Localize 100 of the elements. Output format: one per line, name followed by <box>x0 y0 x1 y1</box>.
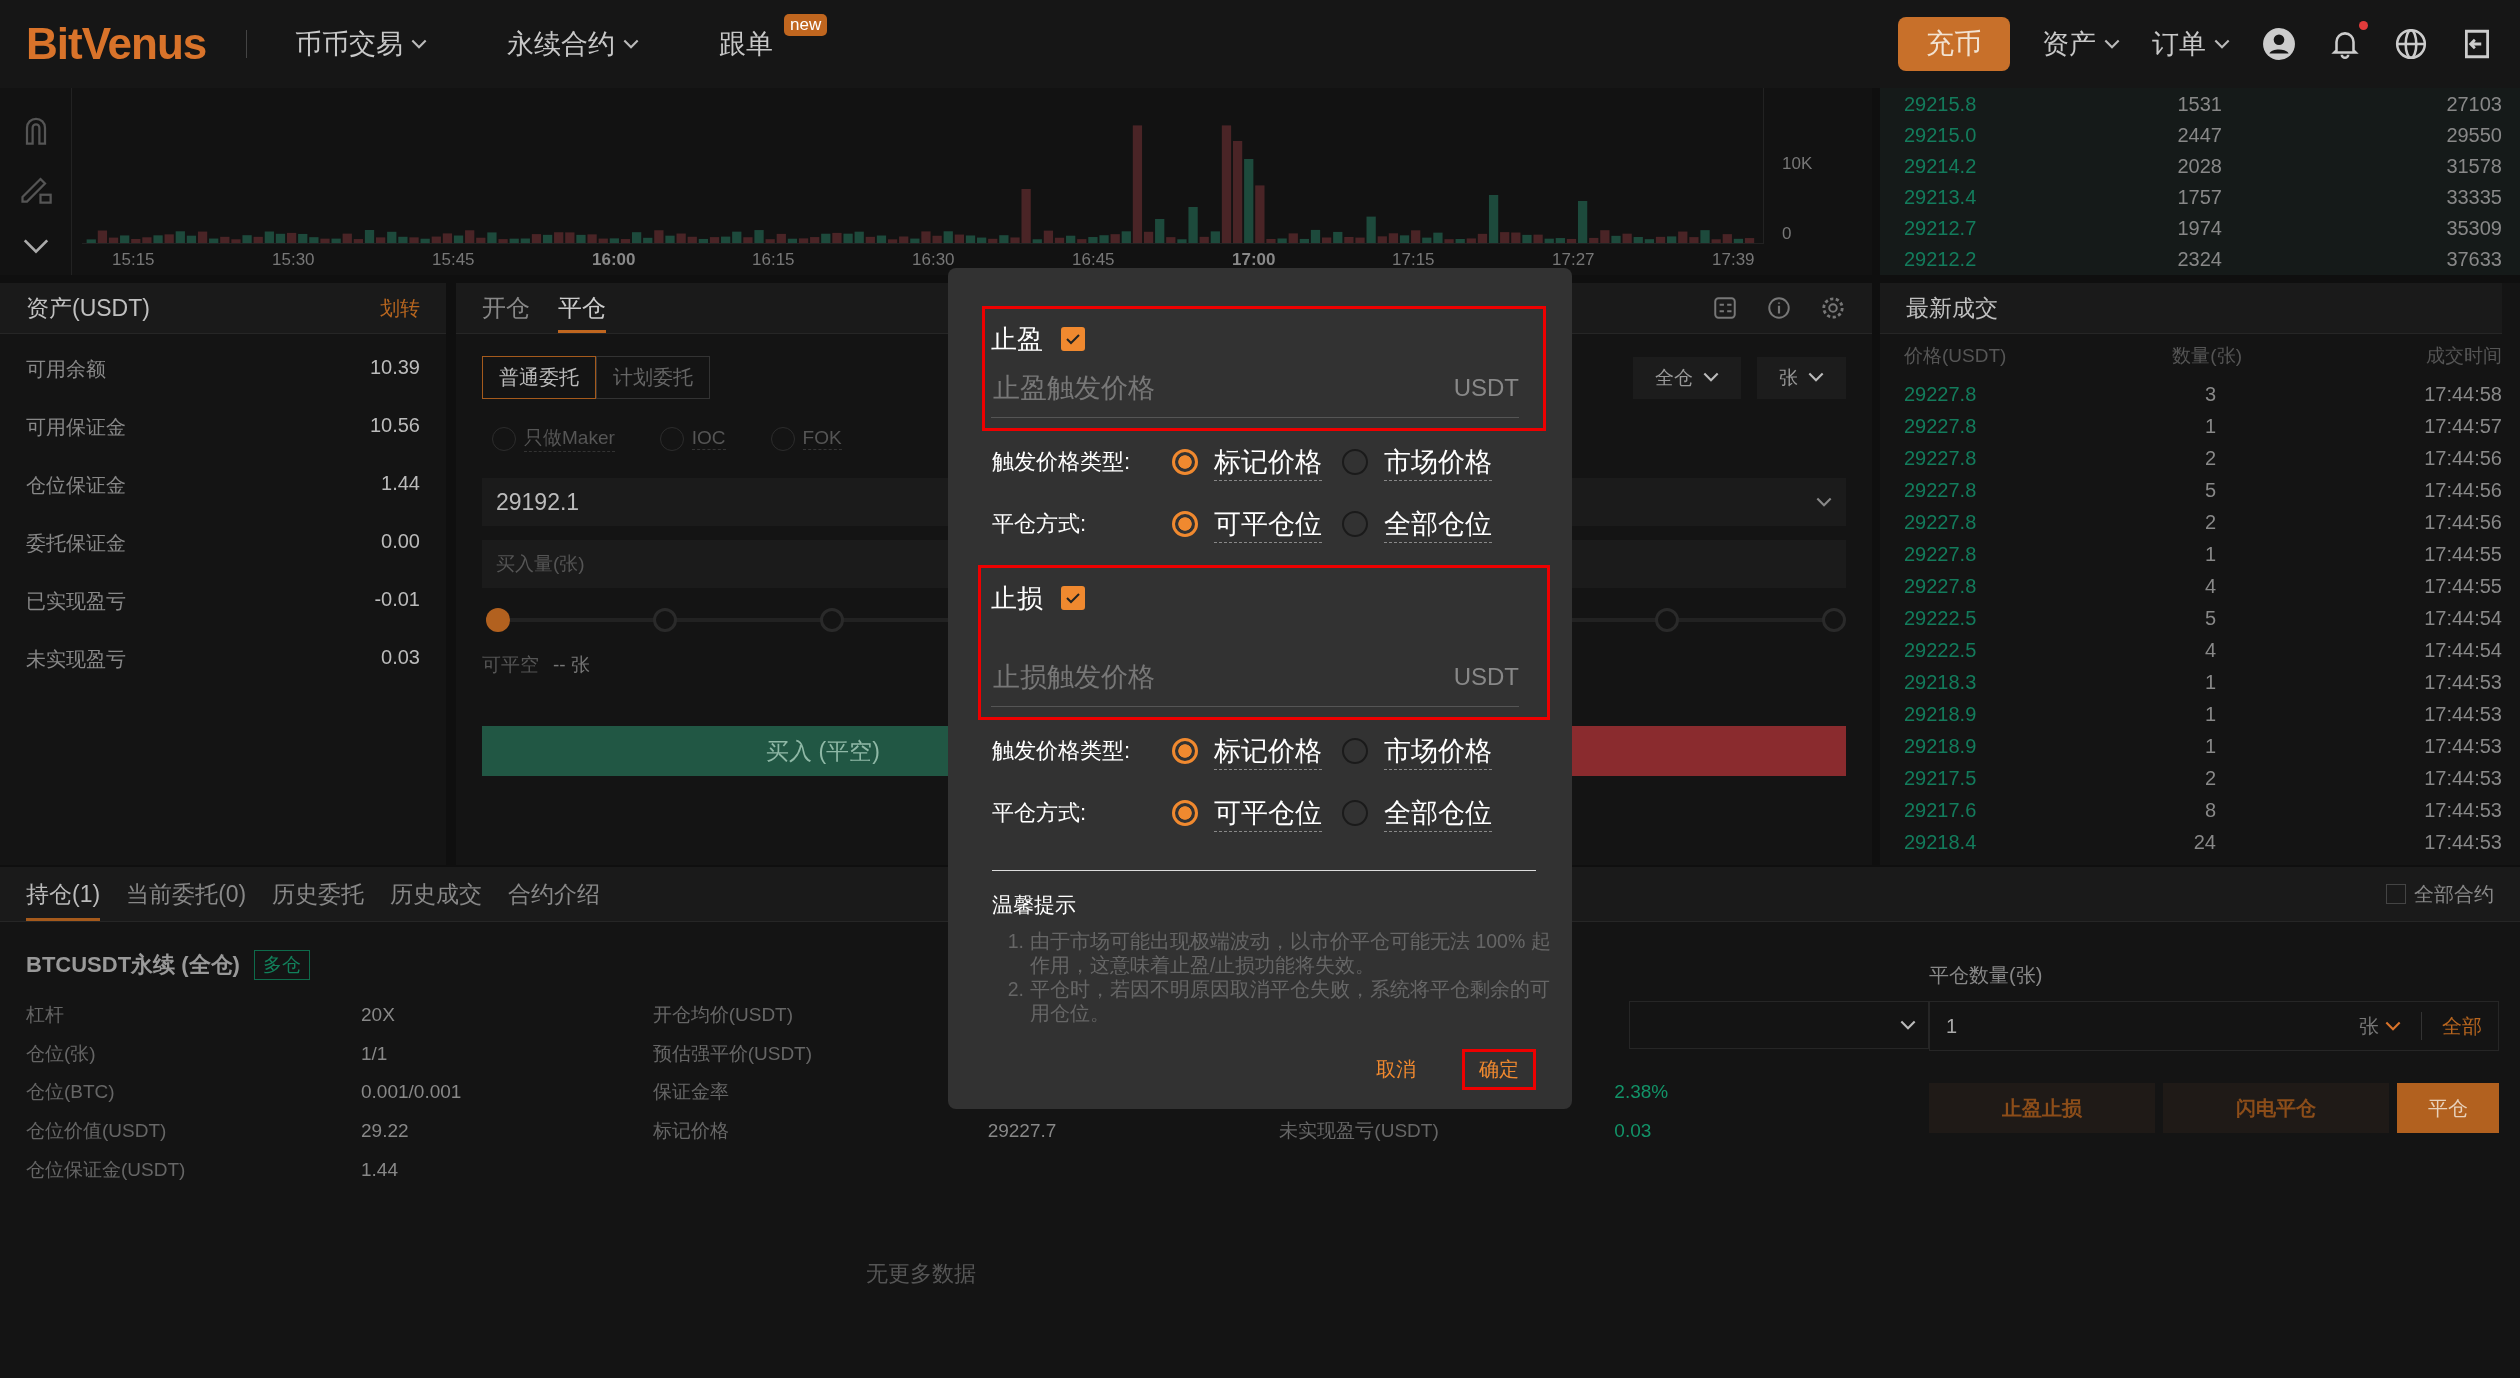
panel-title: 资产(USDT) <box>26 293 150 323</box>
ask-total: 31578 <box>2445 155 2502 178</box>
ask-price: 29215.0 <box>1904 124 1978 147</box>
trade-time: 17:44:53 <box>2423 734 2502 758</box>
ask-price: 29212.7 <box>1904 217 1978 240</box>
field-label: 未实现盈亏(USDT) <box>1279 1119 1439 1141</box>
side-tag: 多仓 <box>253 950 310 980</box>
field-label: 仓位价值(USDT) <box>26 1120 167 1142</box>
trade-amount: 5 <box>2203 606 2217 630</box>
axis-label: 15:45 <box>432 249 476 270</box>
asset-value: 0.03 <box>381 646 420 670</box>
trade-time: 17:44:56 <box>2423 446 2502 470</box>
trade-time: 17:44:55 <box>2423 574 2502 598</box>
trade-amount: 8 <box>2203 798 2217 822</box>
axis-label: 17:00 <box>1232 249 1277 270</box>
trade-amount: 5 <box>2203 478 2217 502</box>
trade-amount: 4 <box>2203 638 2217 662</box>
trade-amount: 1 <box>2203 670 2217 694</box>
trade-amount: 3 <box>2203 382 2217 406</box>
column-header: 数量(张) <box>2171 344 2243 368</box>
ask-price: 29215.8 <box>1904 93 1978 116</box>
asset-value: 1.44 <box>381 472 420 496</box>
new-badge: new <box>784 14 828 36</box>
tips-title: 温馨提示 <box>992 892 1077 918</box>
trade-amount: 1 <box>2203 702 2217 726</box>
option-label: IOC <box>691 427 726 450</box>
trade-time: 17:44:56 <box>2423 510 2502 534</box>
option-label: 只做Maker <box>524 425 615 452</box>
trade-price: 29222.5 <box>1904 606 1978 630</box>
field-value: 2.38% <box>1614 1081 1669 1104</box>
trade-price: 29217.5 <box>1904 766 1978 790</box>
asset-label: 未实现盈亏 <box>26 647 126 672</box>
available-value: -- 张 <box>553 653 590 677</box>
column-header: 成交时间 <box>2425 344 2502 368</box>
ask-price: 29213.4 <box>1904 186 1978 209</box>
field-label: 仓位(BTC) <box>26 1081 115 1103</box>
ask-amount: 1757 <box>2176 186 2223 209</box>
axis-label: 16:00 <box>592 249 637 270</box>
ask-total: 29550 <box>2445 124 2502 147</box>
field-label: 仓位保证金(USDT) <box>26 1158 186 1180</box>
trade-amount: 1 <box>2203 734 2217 758</box>
axis-label: 17:27 <box>1552 249 1596 270</box>
trade-price: 29227.8 <box>1904 510 1978 534</box>
empty-message: 无更多数据 <box>865 1259 977 1288</box>
trade-time: 17:44:53 <box>2423 798 2502 822</box>
option-label: FOK <box>802 427 842 450</box>
axis-label: 16:30 <box>912 249 956 270</box>
field-value: 20X <box>361 1004 395 1027</box>
asset-label: 仓位保证金 <box>26 473 126 498</box>
available-label: 可平空 <box>482 653 539 677</box>
trade-time: 17:44:53 <box>2423 766 2502 790</box>
trade-price: 29218.4 <box>1904 830 1978 854</box>
trade-time: 17:44:54 <box>2423 638 2502 662</box>
position-title: BTCUSDT永续 (全仓) <box>26 951 240 979</box>
ask-total: 35309 <box>2445 217 2502 240</box>
field-label: 保证金率 <box>652 1081 729 1103</box>
ask-total: 37633 <box>2445 248 2502 271</box>
asset-label: 可用余额 <box>26 357 106 382</box>
axis-label: 17:15 <box>1392 249 1436 270</box>
option-label: 触发价格类型: <box>992 448 1132 476</box>
trade-price: 29217.6 <box>1904 798 1978 822</box>
ask-amount: 1531 <box>2176 93 2223 116</box>
field-value: 1.44 <box>361 1158 398 1181</box>
axis-label: 16:15 <box>752 249 796 270</box>
trade-time: 17:44:53 <box>2423 830 2502 854</box>
unit-label: USDT <box>1453 663 1519 691</box>
field-value: 0.03 <box>1614 1119 1652 1142</box>
ask-amount: 2028 <box>2176 155 2223 178</box>
asset-value: 10.39 <box>369 356 420 380</box>
trade-price: 29218.9 <box>1904 734 1978 758</box>
trade-price: 29227.8 <box>1904 574 1978 598</box>
asset-value: 0.00 <box>381 530 420 554</box>
asset-label: 可用保证金 <box>26 415 126 440</box>
asset-label: 已实现盈亏 <box>26 589 126 614</box>
ask-amount: 1974 <box>2176 217 2223 240</box>
option-label: 平仓方式: <box>992 799 1088 827</box>
ask-amount: 2324 <box>2176 248 2223 271</box>
trade-amount: 2 <box>2203 446 2217 470</box>
trade-amount: 24 <box>2192 830 2217 854</box>
field-label: 平仓数量(张) <box>1929 963 2044 988</box>
checkbox-label: 全部合约 <box>2414 881 2494 907</box>
field-value: 1/1 <box>361 1042 388 1065</box>
trade-time: 17:44:53 <box>2423 670 2502 694</box>
trade-amount: 2 <box>2203 766 2217 790</box>
field-label: 开仓均价(USDT) <box>652 1004 794 1026</box>
field-value: 0.001/0.001 <box>361 1081 462 1104</box>
asset-value: -0.01 <box>374 588 420 612</box>
trade-time: 17:44:56 <box>2423 478 2502 502</box>
trade-time: 17:44:53 <box>2423 702 2502 726</box>
trade-time: 17:44:57 <box>2423 414 2502 438</box>
trade-price: 29227.8 <box>1904 414 1978 438</box>
trade-amount: 1 <box>2203 542 2217 566</box>
field-label: 杠杆 <box>26 1004 64 1026</box>
option-label: 平仓方式: <box>992 510 1088 538</box>
ask-amount: 2447 <box>2176 124 2223 147</box>
ask-total: 27103 <box>2445 93 2502 116</box>
axis-label: 15:15 <box>112 249 156 270</box>
axis-label: 15:30 <box>272 249 316 270</box>
column-header: 价格(USDT) <box>1904 344 2008 368</box>
trade-price: 29222.5 <box>1904 638 1978 662</box>
